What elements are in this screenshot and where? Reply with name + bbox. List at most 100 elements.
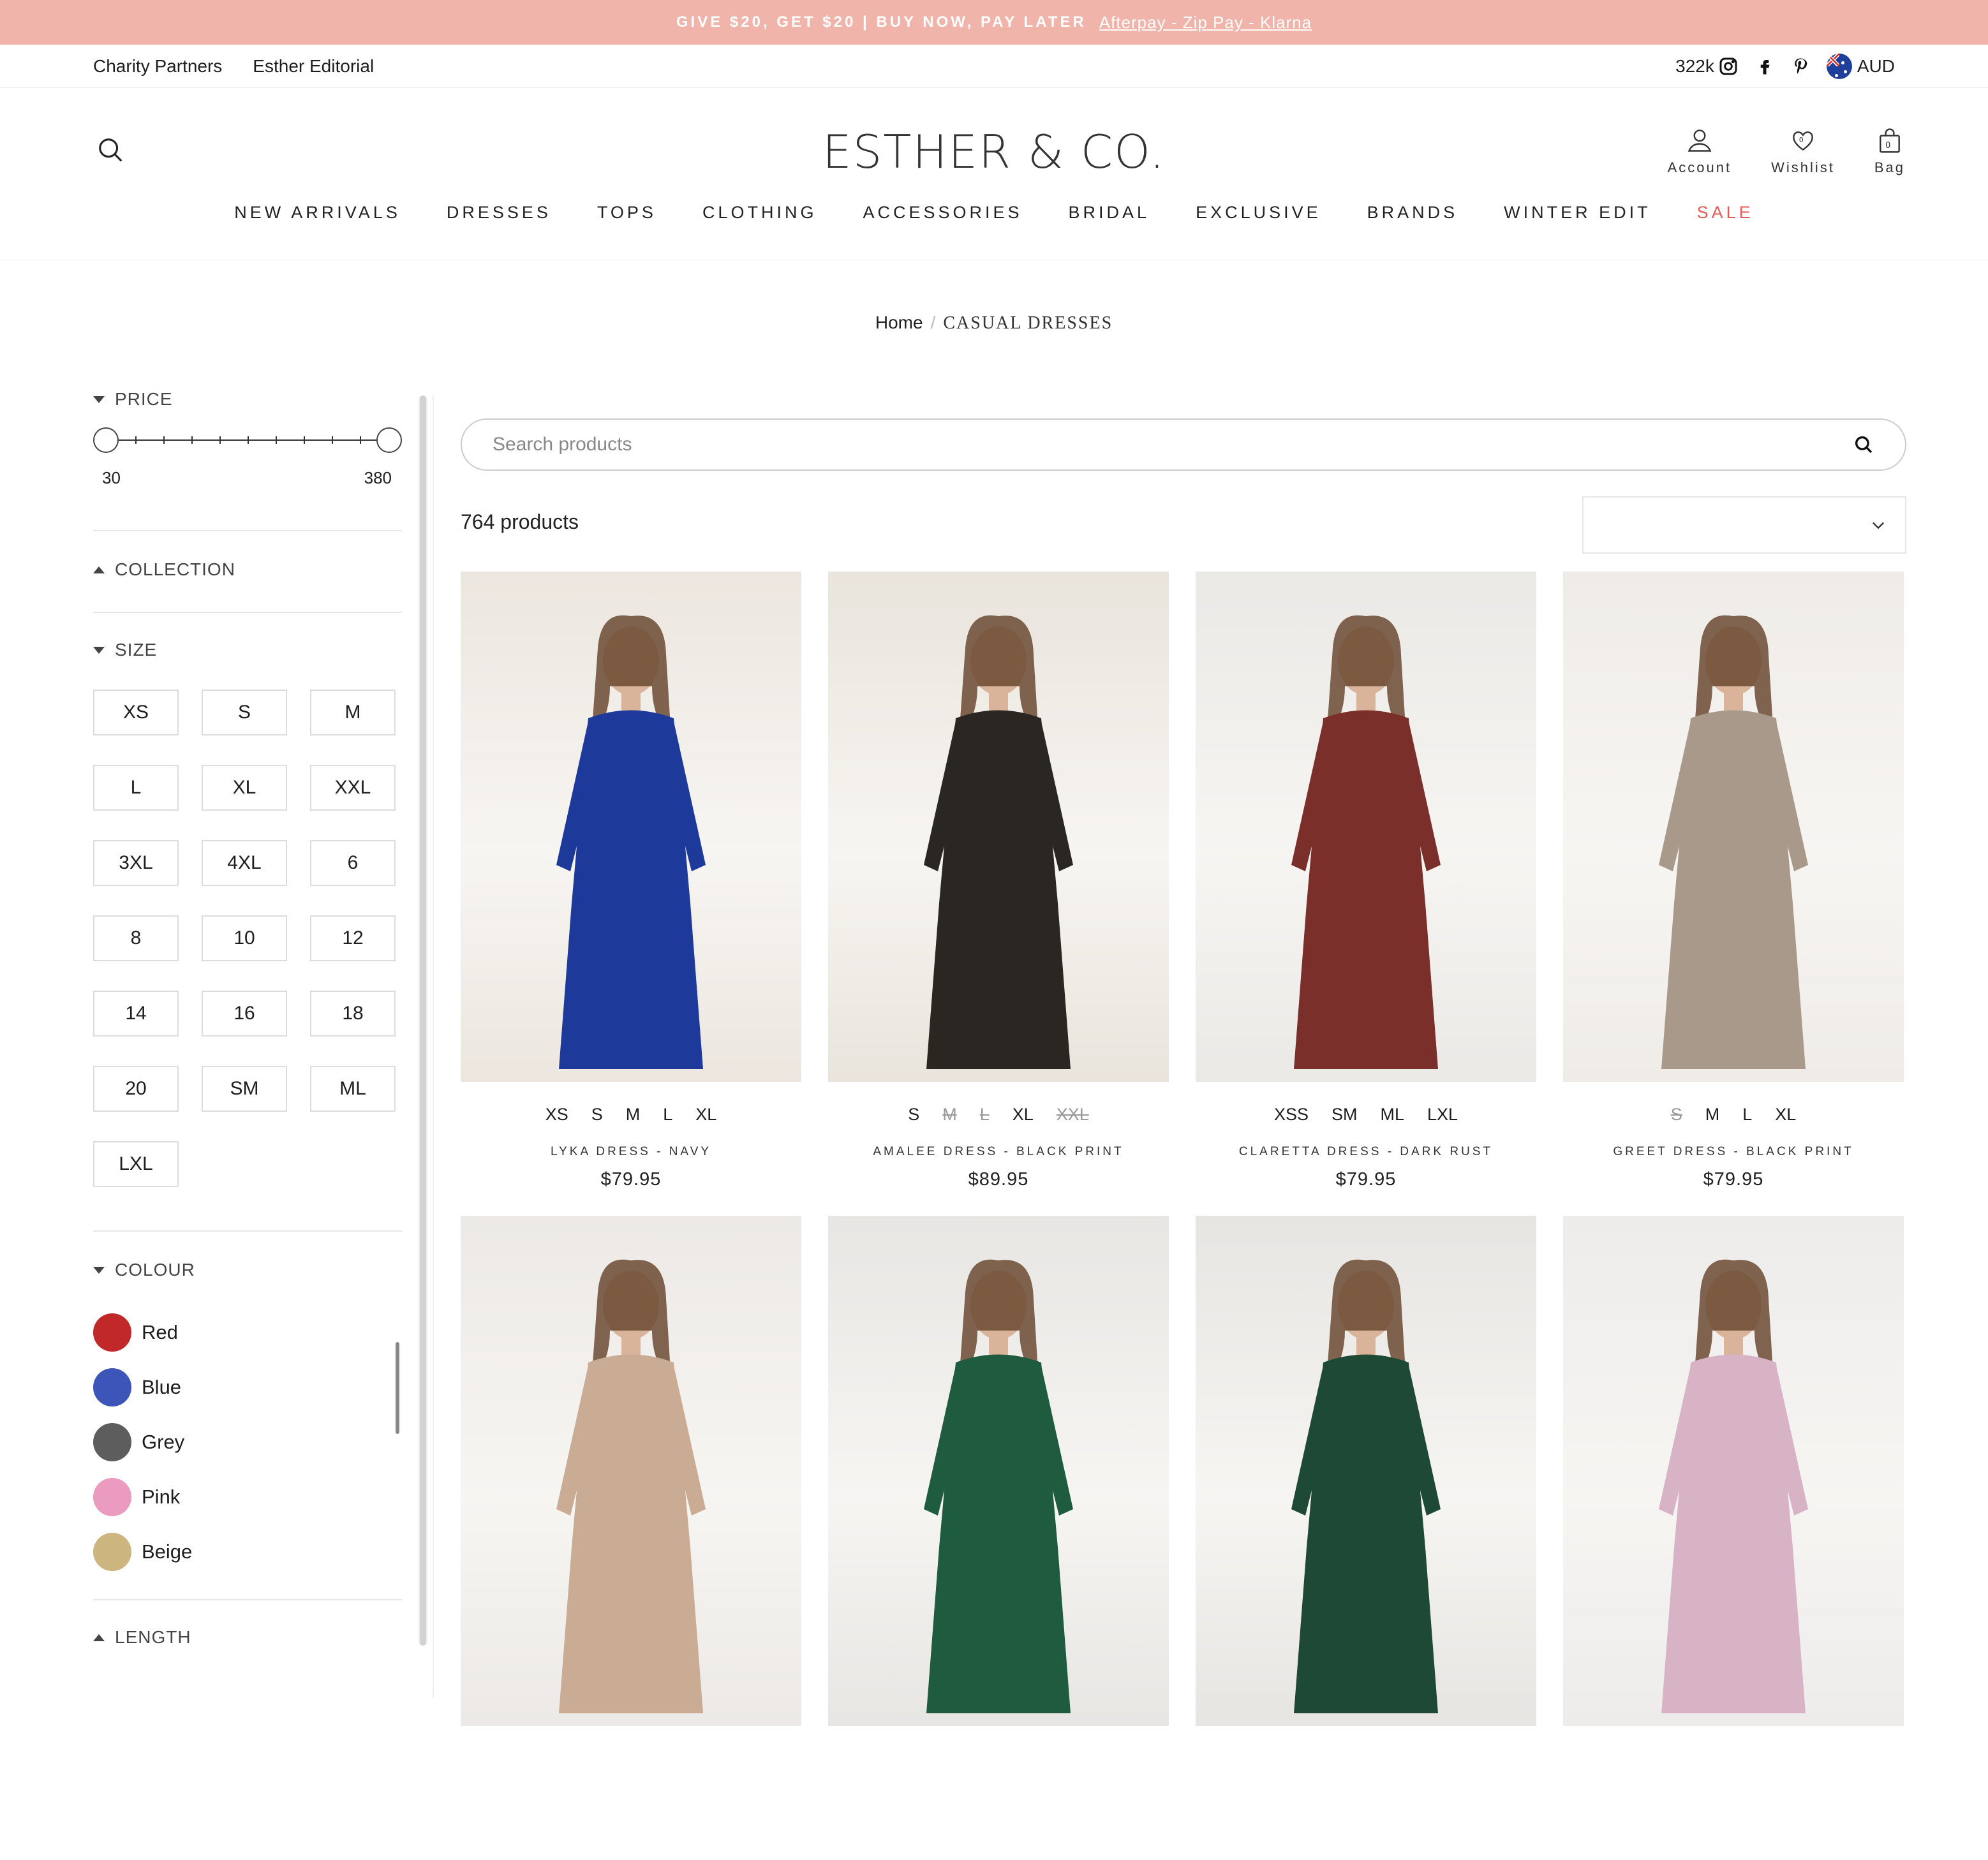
size-option-lxl[interactable]: LXL <box>93 1141 179 1187</box>
nav-accessories[interactable]: ACCESSORIES <box>863 203 1022 223</box>
size-option-xxl[interactable]: XXL <box>310 765 396 811</box>
size-available[interactable]: ML <box>1380 1105 1404 1125</box>
instagram-link[interactable]: 322k <box>1675 56 1739 77</box>
size-unavailable[interactable]: M <box>942 1105 957 1125</box>
bag-button[interactable]: 0 Bag <box>1874 126 1905 176</box>
size-option-8[interactable]: 8 <box>93 915 179 961</box>
product-card[interactable] <box>461 1216 801 1860</box>
size-available[interactable]: S <box>591 1105 603 1125</box>
colour-option-blue[interactable]: Blue <box>93 1368 402 1406</box>
size-option-3xl[interactable]: 3XL <box>93 840 179 886</box>
size-option-14[interactable]: 14 <box>93 991 179 1037</box>
product-search-input[interactable]: Search products <box>461 418 1906 471</box>
size-option-xs[interactable]: XS <box>93 690 179 735</box>
price-slider-tick <box>276 436 277 444</box>
size-available[interactable]: M <box>626 1105 641 1125</box>
size-option-16[interactable]: 16 <box>202 991 287 1037</box>
price-min-handle[interactable] <box>93 427 119 453</box>
charity-partners-link[interactable]: Charity Partners <box>93 56 222 77</box>
product-card[interactable]: S M L XL XXL AMALEE DRESS - BLACK PRINT $89.95 <box>828 572 1169 1216</box>
size-option-10[interactable]: 10 <box>202 915 287 961</box>
sidebar-scrollbar[interactable] <box>419 395 427 1646</box>
size-unavailable[interactable]: L <box>980 1105 990 1125</box>
product-image[interactable] <box>828 572 1169 1082</box>
product-image[interactable] <box>461 572 801 1082</box>
nav-dresses[interactable]: DRESSES <box>447 203 551 223</box>
size-available[interactable]: SM <box>1332 1105 1358 1125</box>
payment-options-link[interactable]: Afterpay - Zip Pay - Klarna <box>1099 13 1312 33</box>
currency-selector[interactable]: AUD <box>1826 53 1895 79</box>
size-option-xl[interactable]: XL <box>202 765 287 811</box>
nav-winter-edit[interactable]: WINTER EDIT <box>1504 203 1651 223</box>
size-available[interactable]: XL <box>695 1105 716 1125</box>
size-available[interactable]: XL <box>1013 1105 1034 1125</box>
size-available[interactable]: L <box>1742 1105 1752 1125</box>
size-option-20[interactable]: 20 <box>93 1066 179 1112</box>
colour-label: Beige <box>142 1540 193 1563</box>
product-image[interactable] <box>1563 1216 1904 1726</box>
size-option-l[interactable]: L <box>93 765 179 811</box>
product-name[interactable]: GREET DRESS - BLACK PRINT <box>1563 1145 1904 1159</box>
size-available[interactable]: XL <box>1775 1105 1796 1125</box>
nav-brands[interactable]: BRANDS <box>1367 203 1458 223</box>
product-image[interactable] <box>1196 1216 1536 1726</box>
size-unavailable[interactable]: XXL <box>1057 1105 1089 1125</box>
nav-tops[interactable]: TOPS <box>597 203 656 223</box>
price-slider-tick <box>304 436 305 444</box>
product-name[interactable]: AMALEE DRESS - BLACK PRINT <box>828 1145 1169 1159</box>
facebook-icon[interactable] <box>1755 57 1774 76</box>
filter-length-header[interactable]: LENGTH <box>93 1627 402 1648</box>
size-option-12[interactable]: 12 <box>310 915 396 961</box>
nav-exclusive[interactable]: EXCLUSIVE <box>1196 203 1321 223</box>
product-image[interactable] <box>461 1216 801 1726</box>
price-slider-tick <box>191 436 193 444</box>
size-unavailable[interactable]: S <box>1671 1105 1682 1125</box>
filter-size-header[interactable]: SIZE <box>93 640 402 660</box>
product-name[interactable]: LYKA DRESS - NAVY <box>461 1145 801 1159</box>
product-image[interactable] <box>1196 572 1536 1082</box>
size-available[interactable]: XSS <box>1274 1105 1309 1125</box>
product-image[interactable] <box>828 1216 1169 1726</box>
product-card[interactable]: S M L XL GREET DRESS - BLACK PRINT $79.95 <box>1563 572 1904 1216</box>
size-available[interactable]: S <box>908 1105 919 1125</box>
product-card[interactable]: XS S M L XL LYKA DRESS - NAVY $79.95 <box>461 572 801 1216</box>
account-button[interactable]: Account <box>1668 126 1732 176</box>
nav-clothing[interactable]: CLOTHING <box>702 203 817 223</box>
colour-option-pink[interactable]: Pink <box>93 1478 402 1516</box>
size-option-ml[interactable]: ML <box>310 1066 396 1112</box>
filter-collection-header[interactable]: COLLECTION <box>93 559 402 580</box>
size-option-18[interactable]: 18 <box>310 991 396 1037</box>
size-available[interactable]: XS <box>545 1105 568 1125</box>
product-card[interactable] <box>1563 1216 1904 1860</box>
product-card[interactable]: XSS SM ML LXL CLARETTA DRESS - DARK RUST $79.… <box>1196 572 1536 1216</box>
colour-option-red[interactable]: Red <box>93 1313 402 1352</box>
price-slider[interactable] <box>93 426 402 454</box>
search-icon[interactable] <box>1853 434 1874 455</box>
colour-option-beige[interactable]: Beige <box>93 1533 402 1571</box>
breadcrumb-home[interactable]: Home <box>875 313 923 332</box>
price-max-handle[interactable] <box>376 427 402 453</box>
filter-colour-header[interactable]: COLOUR <box>93 1260 402 1280</box>
size-option-4xl[interactable]: 4XL <box>202 840 287 886</box>
size-available[interactable]: M <box>1705 1105 1720 1125</box>
pinterest-icon[interactable] <box>1791 57 1810 76</box>
product-card[interactable] <box>828 1216 1169 1860</box>
size-option-6[interactable]: 6 <box>310 840 396 886</box>
size-option-m[interactable]: M <box>310 690 396 735</box>
size-available[interactable]: LXL <box>1427 1105 1458 1125</box>
sort-select[interactable] <box>1582 496 1906 554</box>
filter-price-header[interactable]: PRICE <box>93 389 402 410</box>
colour-option-grey[interactable]: Grey <box>93 1423 402 1461</box>
size-option-sm[interactable]: SM <box>202 1066 287 1112</box>
nav-new-arrivals[interactable]: NEW ARRIVALS <box>234 203 401 223</box>
size-available[interactable]: L <box>663 1105 672 1125</box>
size-option-s[interactable]: S <box>202 690 287 735</box>
product-card[interactable] <box>1196 1216 1536 1860</box>
esther-editorial-link[interactable]: Esther Editorial <box>253 56 374 77</box>
nav-bridal[interactable]: BRIDAL <box>1069 203 1150 223</box>
product-image[interactable] <box>1563 572 1904 1082</box>
wishlist-button[interactable]: 0 Wishlist <box>1771 126 1835 176</box>
price-slider-tick <box>360 436 361 444</box>
nav-sale[interactable]: SALE <box>1697 203 1754 223</box>
product-name[interactable]: CLARETTA DRESS - DARK RUST <box>1196 1145 1536 1159</box>
